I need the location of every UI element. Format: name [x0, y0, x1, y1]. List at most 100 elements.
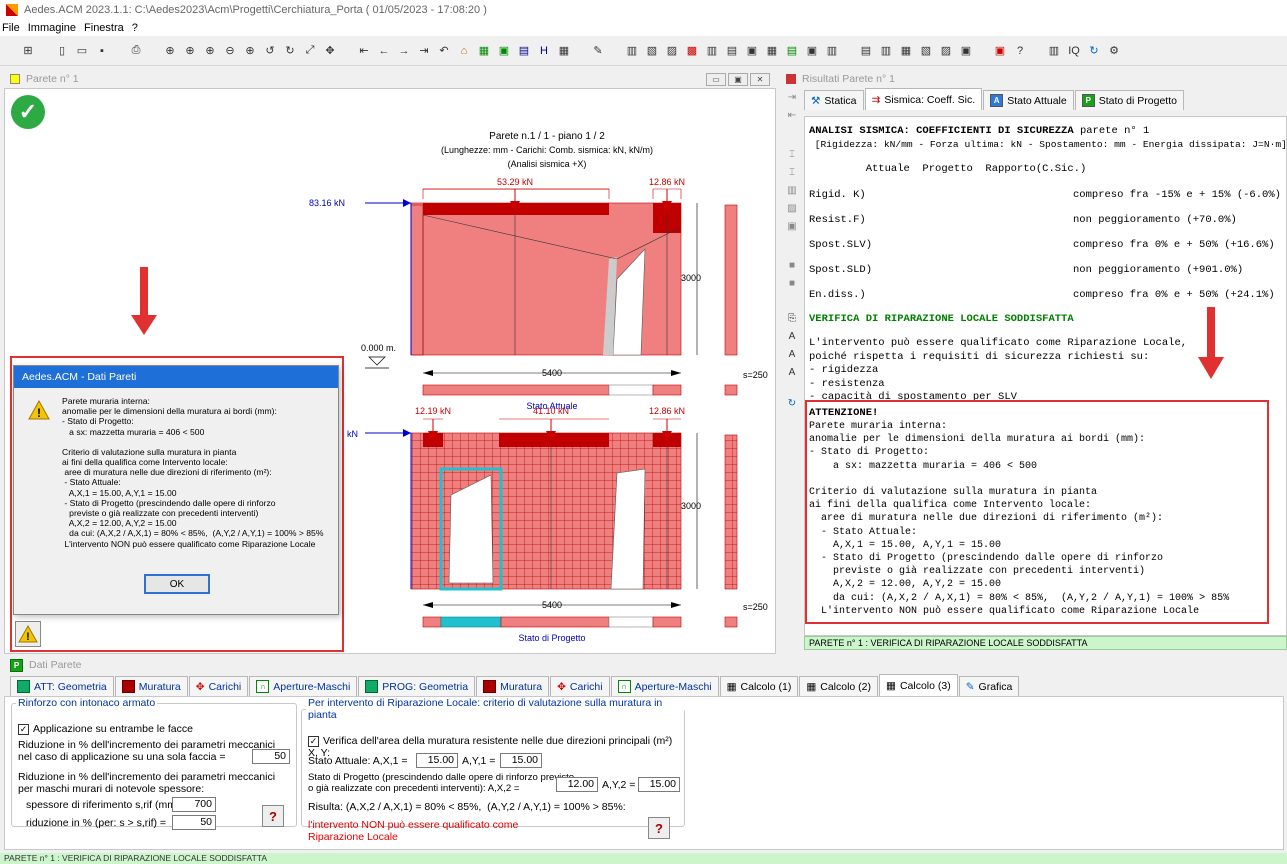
zoom-in-icon[interactable]: ⊕	[203, 44, 217, 58]
tab-prog-aperture[interactable]: ∩ Aperture-Maschi	[610, 676, 719, 696]
riduzione-spessore-input[interactable]: 50	[172, 815, 216, 830]
edit-icon[interactable]: ✎	[591, 44, 605, 58]
ay2-input[interactable]: 15.00	[638, 777, 680, 792]
side-tool-1-icon[interactable]: ⇥	[788, 92, 796, 103]
tab-calcolo-2[interactable]: ▦ Calcolo (2)	[799, 676, 879, 696]
rinforzo-help-button[interactable]: ?	[262, 805, 284, 827]
side-tool-3-icon[interactable]: ⌶	[789, 149, 795, 160]
save-icon[interactable]: ▪	[95, 44, 109, 58]
panel-icon[interactable]: ▣	[497, 44, 511, 58]
ok-button[interactable]: OK	[144, 574, 210, 594]
chart5-icon[interactable]: ▥	[705, 44, 719, 58]
layout3-icon[interactable]: ▦	[899, 44, 913, 58]
minimize-button[interactable]: ▭	[706, 72, 726, 86]
warning-button[interactable]: !	[15, 621, 41, 647]
side-tool-7-icon[interactable]: ▣	[787, 221, 796, 232]
pan-icon[interactable]: ↺	[263, 44, 277, 58]
chart8-icon[interactable]: ▦	[765, 44, 779, 58]
riduzione-1-input[interactable]: 50	[252, 749, 290, 764]
prev-icon[interactable]: ←	[377, 44, 391, 58]
tab-att-geometria[interactable]: ATT: Geometria	[10, 676, 114, 696]
side-tool-8-icon[interactable]: ■	[789, 260, 795, 271]
ay1-input[interactable]: 15.00	[500, 753, 542, 768]
fit-icon[interactable]: ⤢	[303, 44, 317, 58]
first-icon[interactable]: ⇤	[357, 44, 371, 58]
tab-statica[interactable]: ⚒ Statica	[804, 90, 864, 110]
tab-prog-muratura[interactable]: Muratura	[476, 676, 550, 696]
ax1-input[interactable]: 15.00	[416, 753, 458, 768]
riparazione-help-button[interactable]: ?	[648, 817, 670, 839]
zoom-icon[interactable]: ⊕	[163, 44, 177, 58]
copy-icon[interactable]: ⎘	[788, 313, 796, 324]
chart7-icon[interactable]: ▣	[745, 44, 759, 58]
undo-icon[interactable]: ↶	[437, 44, 451, 58]
grid-icon[interactable]: ▦	[557, 44, 571, 58]
refresh-icon[interactable]: ↻	[1087, 44, 1101, 58]
tab-stato-attuale[interactable]: A Stato Attuale	[983, 90, 1074, 110]
structure-icon[interactable]: ▦	[477, 44, 491, 58]
last-icon[interactable]: ⇥	[417, 44, 431, 58]
zoom-window-icon[interactable]: ⊕	[183, 44, 197, 58]
tab-calcolo-1[interactable]: ▦ Calcolo (1)	[719, 676, 799, 696]
chart6-icon[interactable]: ▤	[725, 44, 739, 58]
close-button[interactable]: ✕	[750, 72, 770, 86]
font-smaller-icon[interactable]: A	[789, 349, 796, 360]
home-icon[interactable]: ⌂	[457, 44, 471, 58]
layout1-icon[interactable]: ▤	[859, 44, 873, 58]
menu-finestra[interactable]: Finestra	[84, 22, 124, 34]
chart1-icon[interactable]: ▥	[625, 44, 639, 58]
refresh-results-icon[interactable]: ↻	[788, 398, 796, 409]
wall-icon[interactable]: ▤	[517, 44, 531, 58]
verifica-area-checkbox[interactable]: ✓	[308, 735, 319, 747]
zoom-all-icon[interactable]: ⊕	[243, 44, 257, 58]
tab-calcolo-3[interactable]: ▦ Calcolo (3)	[879, 674, 958, 696]
building-icon[interactable]: ▥	[1047, 44, 1061, 58]
frame-icon[interactable]: H	[537, 44, 551, 58]
ax2-input[interactable]: 12.00	[556, 777, 598, 792]
tab-stato-progetto[interactable]: P Stato di Progetto	[1074, 90, 1184, 110]
status-bar: PARETE n° 1 : VERIFICA DI RIPARAZIONE LO…	[0, 853, 1287, 864]
chart10-icon[interactable]: ▣	[805, 44, 819, 58]
layout6-icon[interactable]: ▣	[959, 44, 973, 58]
tab-sismica[interactable]: ⇉ Sismica: Coeff. Sic.	[864, 88, 983, 110]
side-tool-4-icon[interactable]: ⌶	[789, 167, 795, 178]
side-tool-5-icon[interactable]: ▥	[787, 185, 796, 196]
redraw-icon[interactable]: ↻	[283, 44, 297, 58]
chart2-icon[interactable]: ▧	[645, 44, 659, 58]
tab-att-carichi[interactable]: ✥ Carichi	[188, 676, 249, 696]
help-icon[interactable]: ?	[1013, 44, 1027, 58]
layout4-icon[interactable]: ▧	[919, 44, 933, 58]
font-larger-icon[interactable]: A	[789, 331, 796, 342]
tab-att-aperture[interactable]: ∩ Aperture-Maschi	[249, 676, 358, 696]
print-icon[interactable]: ⎙	[129, 44, 143, 58]
side-tool-6-icon[interactable]: ▨	[787, 203, 796, 214]
tree-icon[interactable]: ⊞	[21, 44, 35, 58]
entrambe-facce-checkbox[interactable]: ✓	[18, 723, 29, 735]
layout5-icon[interactable]: ▨	[939, 44, 953, 58]
maximize-button[interactable]: ▣	[728, 72, 748, 86]
menu-help[interactable]: ?	[132, 22, 138, 34]
layout2-icon[interactable]: ▥	[879, 44, 893, 58]
menu-immagine[interactable]: Immagine	[28, 22, 76, 34]
menu-file[interactable]: File	[2, 22, 20, 34]
side-tool-9-icon[interactable]: ■	[789, 278, 795, 289]
side-tool-2-icon[interactable]: ⇤	[788, 110, 796, 121]
tab-grafica[interactable]: ✎ Grafica	[958, 676, 1020, 696]
chart9-icon[interactable]: ▤	[785, 44, 799, 58]
settings-gear-icon[interactable]: ⚙	[1107, 44, 1121, 58]
zoom-out-icon[interactable]: ⊖	[223, 44, 237, 58]
tab-prog-carichi[interactable]: ✥ Carichi	[550, 676, 610, 696]
chart3-icon[interactable]: ▨	[665, 44, 679, 58]
new-file-icon[interactable]: ▯	[55, 44, 69, 58]
tab-att-muratura[interactable]: Muratura	[114, 676, 188, 696]
chart11-icon[interactable]: ▥	[825, 44, 839, 58]
pdf-icon[interactable]: ▣	[993, 44, 1007, 58]
font-style-icon[interactable]: A	[789, 367, 796, 378]
move-icon[interactable]: ✥	[323, 44, 337, 58]
next-icon[interactable]: →	[397, 44, 411, 58]
chart4-icon[interactable]: ▩	[685, 44, 699, 58]
open-folder-icon[interactable]: ▭	[75, 44, 89, 58]
spessore-input[interactable]: 700	[172, 797, 216, 812]
iqm-icon[interactable]: IQ	[1067, 44, 1081, 58]
tab-prog-geometria[interactable]: PROG: Geometria	[358, 676, 476, 696]
